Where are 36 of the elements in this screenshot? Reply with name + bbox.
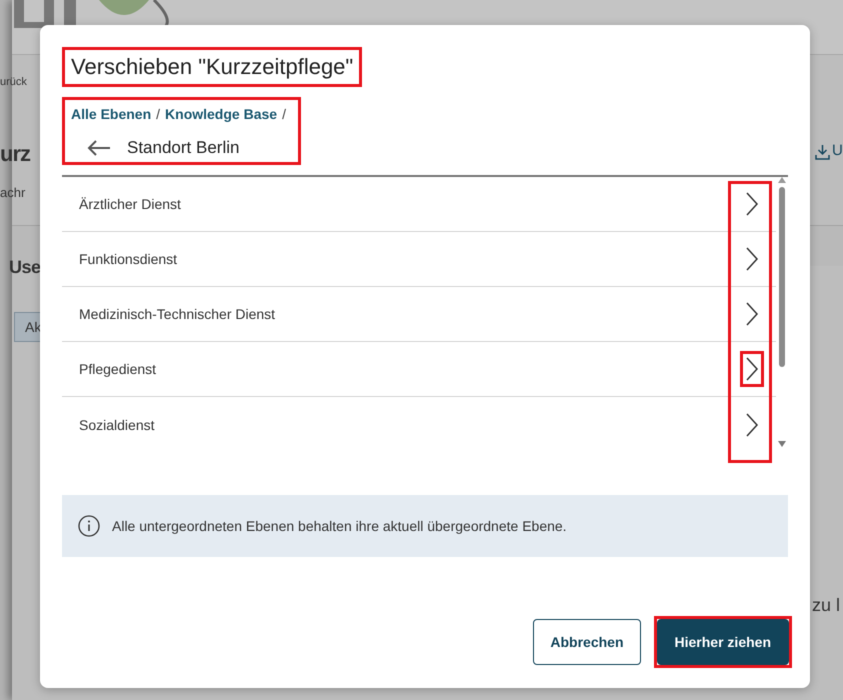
chevron-right-icon[interactable] bbox=[745, 246, 759, 272]
chevron-right-icon[interactable] bbox=[745, 191, 759, 217]
background-small-text: achr bbox=[0, 185, 26, 200]
level-name: Medizinisch-Technischer Dienst bbox=[79, 306, 276, 322]
back-arrow-icon[interactable] bbox=[87, 140, 111, 156]
dialog-title: Verschieben "Kurzzeitpflege" bbox=[70, 53, 354, 81]
breadcrumb-link[interactable]: Knowledge Base bbox=[165, 106, 278, 122]
level-list-item[interactable]: Medizinisch-Technischer Dienst bbox=[62, 287, 776, 342]
chevron-right-icon[interactable] bbox=[745, 301, 759, 327]
level-name: Funktionsdienst bbox=[79, 251, 178, 267]
breadcrumb-separator: / bbox=[282, 106, 286, 122]
background-link-text: urück bbox=[0, 76, 27, 88]
level-list-item[interactable]: Ärztlicher Dienst bbox=[62, 177, 776, 232]
breadcrumb-separator: / bbox=[156, 106, 160, 122]
current-level: Standort Berlin bbox=[127, 138, 240, 158]
info-text: Alle untergeordneten Ebenen behalten ihre aktuell übergeordnete Ebene. bbox=[112, 518, 567, 534]
download-icon bbox=[815, 144, 830, 160]
cancel-button[interactable]: Abbrechen bbox=[533, 619, 641, 665]
scroll-up-icon[interactable] bbox=[778, 177, 786, 183]
chevron-right-icon[interactable] bbox=[745, 412, 759, 438]
level-list-item[interactable]: Sozialdienst bbox=[62, 397, 776, 452]
level-list-item[interactable]: Funktionsdienst bbox=[62, 232, 776, 287]
background-download-text: U bbox=[832, 142, 843, 159]
scrollbar[interactable] bbox=[776, 177, 788, 447]
background-heading-text: urz bbox=[0, 141, 30, 167]
background-side-text: zu l bbox=[812, 595, 840, 616]
level-name: Sozialdienst bbox=[79, 416, 154, 432]
chevron-right-icon[interactable] bbox=[745, 356, 759, 382]
breadcrumb-link[interactable]: Alle Ebenen bbox=[71, 106, 152, 122]
level-list-item[interactable]: Pflegedienst bbox=[62, 342, 776, 397]
scroll-down-icon[interactable] bbox=[778, 441, 786, 447]
move-here-button[interactable]: Hierher ziehen bbox=[656, 619, 789, 665]
info-icon bbox=[78, 515, 100, 537]
level-name: Pflegedienst bbox=[79, 361, 156, 377]
level-name: Ärztlicher Dienst bbox=[79, 196, 181, 212]
background-section-text: Use bbox=[9, 257, 41, 278]
